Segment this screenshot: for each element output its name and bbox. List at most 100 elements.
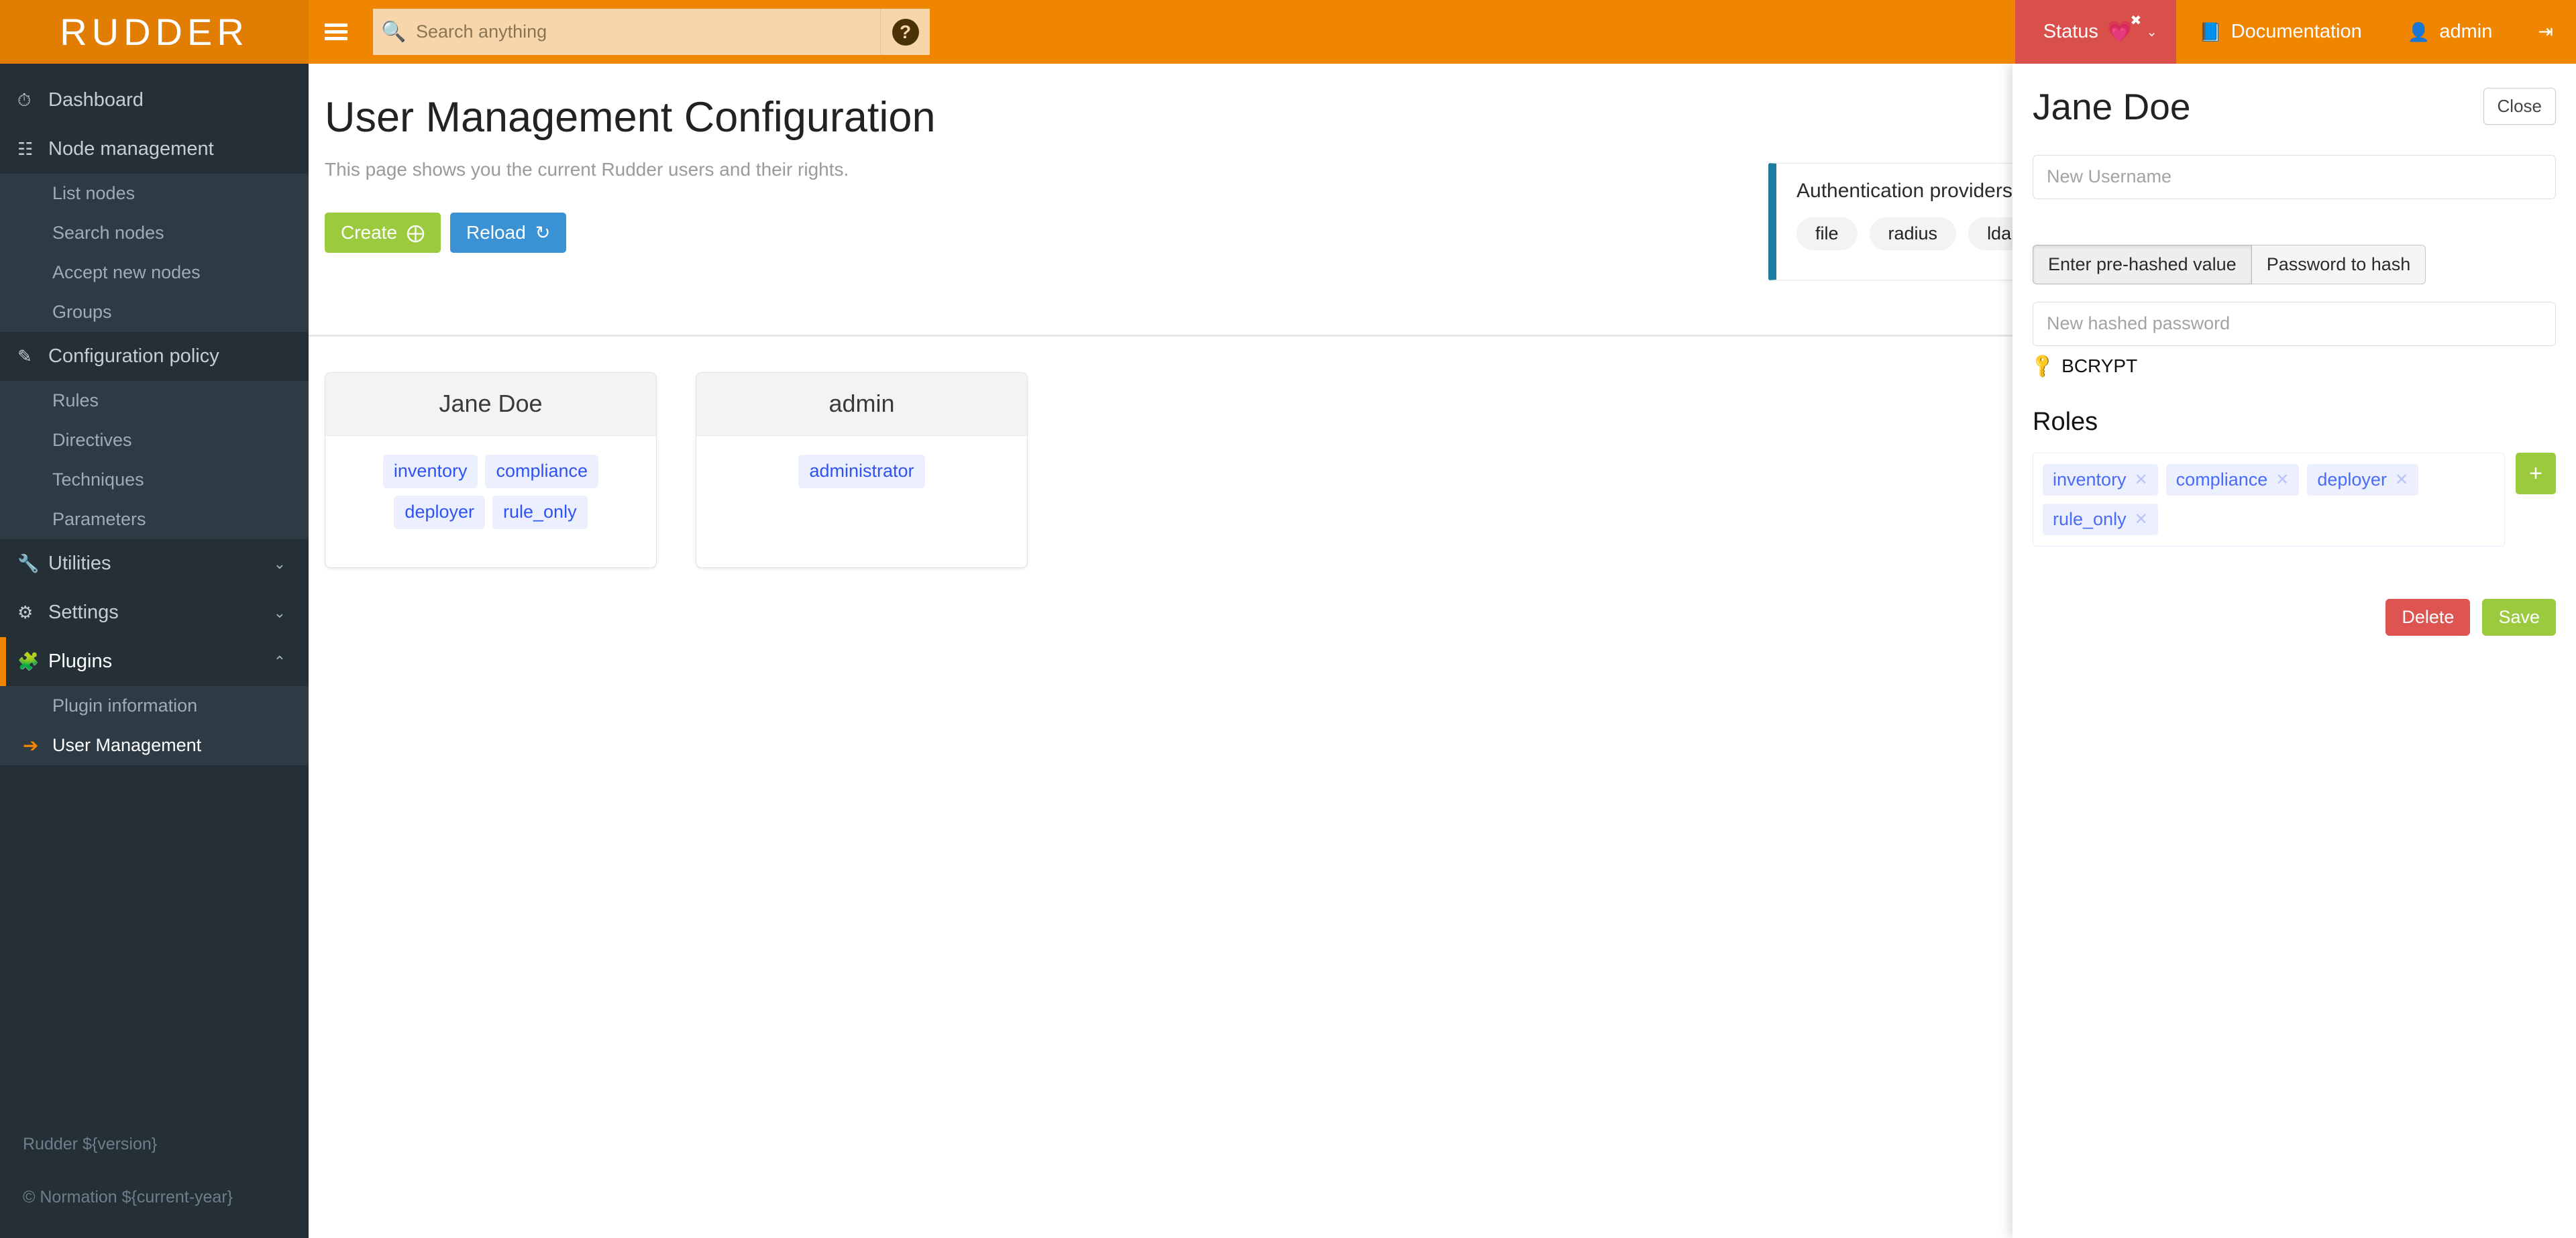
role-chip-label: inventory bbox=[2053, 469, 2127, 490]
user-card-list: Jane Doe inventory compliance deployer r… bbox=[325, 372, 1028, 568]
provider-chip: file bbox=[1796, 217, 1858, 250]
sidebar-item-groups[interactable]: Groups bbox=[0, 292, 309, 332]
sidebar-item-label: Plugins bbox=[48, 651, 112, 673]
roles-chip-container[interactable]: inventory ✕ compliance ✕ deployer ✕ rule… bbox=[2033, 453, 2505, 547]
user-icon: 👤 bbox=[2408, 21, 2430, 43]
sidebar-submenu-configuration-policy: Rules Directives Techniques Parameters bbox=[0, 381, 309, 539]
hamburger-bars bbox=[325, 20, 347, 44]
global-search: 🔍 ? bbox=[373, 9, 930, 55]
user-name-label: admin bbox=[2439, 21, 2492, 43]
username-input[interactable] bbox=[2033, 155, 2556, 199]
panel-actions: Delete Save bbox=[2033, 599, 2556, 636]
question-mark-icon: ? bbox=[892, 19, 919, 46]
sidebar-item-accept-new-nodes[interactable]: Accept new nodes bbox=[0, 253, 309, 292]
logout-button[interactable]: ⇥ bbox=[2515, 0, 2576, 64]
sidebar-item-parameters[interactable]: Parameters bbox=[0, 500, 309, 539]
gear-icon: ⚙ bbox=[17, 602, 48, 623]
plus-icon: + bbox=[2529, 462, 2542, 485]
status-label: Status bbox=[2043, 21, 2098, 43]
top-bar: RUDDER 🔍 ? Status 💗✖ ⌄ 📘 Documentation 👤… bbox=[0, 0, 2576, 64]
role-chip: inventory ✕ bbox=[2043, 464, 2158, 496]
password-mode-tabs: Enter pre-hashed value Password to hash bbox=[2033, 245, 2556, 284]
sidebar-item-plugins[interactable]: 🧩 Plugins ⌃ bbox=[0, 637, 309, 686]
sidebar-item-dashboard[interactable]: ⏱ Dashboard bbox=[0, 76, 309, 125]
sidebar-version: Rudder ${version} bbox=[23, 1135, 309, 1154]
sidebar-footer: Rudder ${version} © Normation ${current-… bbox=[0, 1135, 309, 1238]
role-badge: inventory bbox=[383, 455, 478, 488]
role-chip-label: compliance bbox=[2176, 469, 2268, 490]
sidebar: ⏱ Dashboard ☷ Node management List nodes… bbox=[0, 64, 309, 1238]
chevron-up-icon: ⌃ bbox=[274, 653, 286, 671]
hash-algorithm-label: BCRYPT bbox=[2061, 355, 2137, 377]
tab-enter-pre-hashed-value[interactable]: Enter pre-hashed value bbox=[2033, 245, 2252, 284]
sidebar-item-settings[interactable]: ⚙ Settings ⌄ bbox=[0, 588, 309, 637]
documentation-link[interactable]: 📘 Documentation bbox=[2176, 0, 2385, 64]
sidebar-item-label: User Management bbox=[52, 735, 201, 756]
sidebar-item-techniques[interactable]: Techniques bbox=[0, 460, 309, 500]
user-card[interactable]: Jane Doe inventory compliance deployer r… bbox=[325, 372, 657, 568]
user-menu[interactable]: 👤 admin bbox=[2385, 0, 2516, 64]
sidebar-item-label: Node management bbox=[48, 138, 214, 160]
reload-button[interactable]: Reload ↻ bbox=[450, 213, 566, 253]
add-role-button[interactable]: + bbox=[2516, 453, 2556, 494]
sidebar-item-label: Configuration policy bbox=[48, 345, 219, 368]
panel-header: Jane Doe Close bbox=[2033, 64, 2556, 127]
refresh-icon: ↻ bbox=[535, 223, 551, 243]
role-chip: compliance ✕ bbox=[2166, 464, 2300, 496]
remove-role-icon[interactable]: ✕ bbox=[2135, 510, 2148, 529]
arrow-right-icon: ➔ bbox=[23, 734, 52, 756]
roles-editor: inventory ✕ compliance ✕ deployer ✕ rule… bbox=[2033, 453, 2556, 547]
hamburger-menu-icon[interactable] bbox=[309, 0, 364, 64]
create-button-label: Create bbox=[341, 222, 397, 243]
role-badge: rule_only bbox=[492, 496, 588, 529]
remove-role-icon[interactable]: ✕ bbox=[2275, 470, 2289, 490]
role-badge: deployer bbox=[394, 496, 485, 529]
password-field-row bbox=[2033, 302, 2556, 346]
search-icon: 🔍 bbox=[373, 9, 415, 55]
chevron-down-icon: ⌄ bbox=[274, 604, 286, 622]
status-dropdown[interactable]: Status 💗✖ ⌄ bbox=[2015, 0, 2176, 64]
remove-role-icon[interactable]: ✕ bbox=[2135, 470, 2148, 490]
search-input[interactable] bbox=[415, 9, 880, 55]
delete-button[interactable]: Delete bbox=[2385, 599, 2470, 636]
brand-logo[interactable]: RUDDER bbox=[0, 0, 309, 64]
sidebar-item-utilities[interactable]: 🔧 Utilities ⌄ bbox=[0, 539, 309, 588]
panel-user-name: Jane Doe bbox=[2033, 88, 2190, 127]
sidebar-item-directives[interactable]: Directives bbox=[0, 420, 309, 460]
plus-circle-icon: ⨁ bbox=[407, 223, 425, 243]
sidebar-item-plugin-information[interactable]: Plugin information bbox=[0, 686, 309, 726]
brand-logo-text: RUDDER bbox=[60, 13, 249, 51]
wrench-icon: 🔧 bbox=[17, 553, 48, 574]
key-icon: 🔑 bbox=[2029, 351, 2057, 380]
top-bar-right: Status 💗✖ ⌄ 📘 Documentation 👤 admin ⇥ bbox=[2015, 0, 2576, 64]
sidebar-item-search-nodes[interactable]: Search nodes bbox=[0, 213, 309, 253]
sidebar-item-label: Settings bbox=[48, 602, 119, 624]
sidebar-item-user-management[interactable]: ➔ User Management bbox=[0, 726, 309, 765]
user-card-roles: inventory compliance deployer rule_only bbox=[325, 436, 656, 567]
sidebar-item-configuration-policy[interactable]: ✎ Configuration policy bbox=[0, 332, 309, 381]
remove-role-icon[interactable]: ✕ bbox=[2395, 470, 2408, 490]
sidebar-item-list-nodes[interactable]: List nodes bbox=[0, 174, 309, 213]
close-button[interactable]: Close bbox=[2483, 88, 2556, 125]
heartbeat-error-icon: 💗✖ bbox=[2107, 20, 2132, 44]
sidebar-submenu-node-management: List nodes Search nodes Accept new nodes… bbox=[0, 174, 309, 332]
role-badge: compliance bbox=[485, 455, 598, 488]
role-badge: administrator bbox=[798, 455, 924, 488]
role-chip: rule_only ✕ bbox=[2043, 504, 2158, 535]
sidebar-item-rules[interactable]: Rules bbox=[0, 381, 309, 420]
dashboard-icon: ⏱ bbox=[17, 90, 48, 111]
hashed-password-input[interactable] bbox=[2033, 302, 2556, 346]
help-button[interactable]: ? bbox=[880, 9, 930, 55]
role-chip: deployer ✕ bbox=[2307, 464, 2418, 496]
sidebar-item-node-management[interactable]: ☷ Node management bbox=[0, 125, 309, 174]
sidebar-nav: ⏱ Dashboard ☷ Node management List nodes… bbox=[0, 64, 309, 765]
user-card-name: admin bbox=[696, 373, 1027, 436]
create-button[interactable]: Create ⨁ bbox=[325, 213, 441, 253]
sidebar-item-label: Utilities bbox=[48, 553, 111, 575]
sidebar-submenu-plugins: Plugin information ➔ User Management bbox=[0, 686, 309, 765]
tab-password-to-hash[interactable]: Password to hash bbox=[2252, 245, 2426, 284]
user-card[interactable]: admin administrator bbox=[696, 372, 1028, 568]
puzzle-icon: 🧩 bbox=[17, 651, 48, 672]
reload-button-label: Reload bbox=[466, 222, 526, 243]
save-button[interactable]: Save bbox=[2482, 599, 2556, 636]
